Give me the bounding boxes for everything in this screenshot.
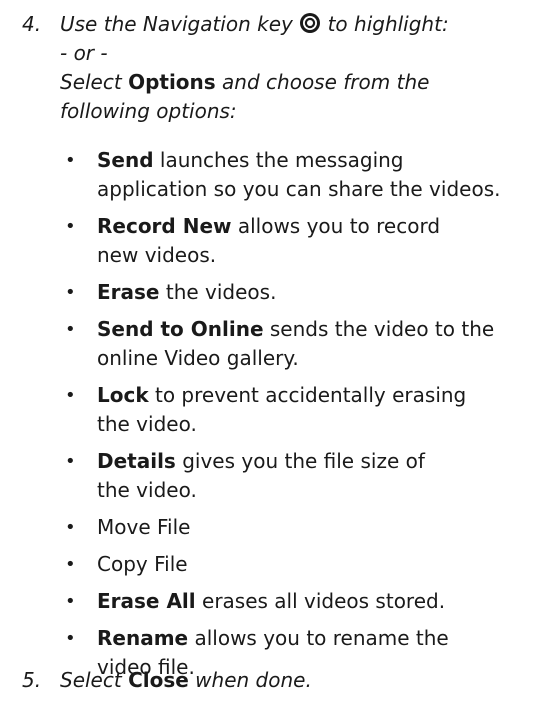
- step-4-line-1-after: to highlight:: [327, 12, 449, 36]
- option-item: • Lock to prevent accidentally erasing the…: [60, 381, 545, 439]
- step-4-number: 4.: [22, 12, 42, 36]
- option-item: • Erase All erases all videos stored.: [60, 587, 545, 616]
- option-description: launches the messaging: [153, 148, 404, 172]
- options-keyword: Options: [128, 70, 216, 94]
- option-item: • Move File: [60, 513, 545, 542]
- option-item: • Send launches the messaging application …: [60, 146, 545, 204]
- option-name: Erase: [97, 280, 160, 304]
- step-5-body: Select Close when done.: [60, 666, 545, 695]
- step-5-select-text: Select: [60, 668, 122, 692]
- option-description: the video.: [97, 478, 197, 502]
- close-keyword: Close: [128, 668, 189, 692]
- option-item: • Copy File: [60, 550, 545, 579]
- bullet-icon: •: [65, 554, 76, 575]
- option-name: Send: [97, 148, 154, 172]
- option-description: Move File: [97, 515, 191, 539]
- bullet-icon: •: [65, 517, 76, 538]
- step-4-select-text: Select: [60, 70, 122, 94]
- bullet-icon: •: [65, 319, 76, 340]
- option-description: Copy File: [97, 552, 188, 576]
- option-description: allows you to record: [231, 214, 441, 238]
- step-4-line-1: Use the Navigation key to highlight:: [60, 10, 545, 39]
- option-description: to prevent accidentally erasing: [148, 383, 467, 407]
- option-description: online Video gallery.: [97, 346, 299, 370]
- option-name: Details: [97, 449, 176, 473]
- option-description: gives you the file size of: [175, 449, 425, 473]
- option-name: Erase All: [97, 589, 196, 613]
- step-4-body: Use the Navigation key to highlight: - o…: [60, 10, 545, 126]
- bullet-icon: •: [65, 216, 76, 237]
- bullet-icon: •: [65, 150, 76, 171]
- option-item: • Details gives you the file size of the v…: [60, 447, 545, 505]
- step-4-choose-text: and choose from the: [222, 70, 430, 94]
- bullet-icon: •: [65, 451, 76, 472]
- step-4-line-1-before: Use the Navigation key: [60, 12, 293, 36]
- bullet-icon: •: [65, 385, 76, 406]
- option-name: Record New: [97, 214, 232, 238]
- step-4-or: - or -: [60, 41, 108, 65]
- option-item: • Send to Online sends the video to the on…: [60, 315, 545, 373]
- option-item: • Record New allows you to record new vide…: [60, 212, 545, 270]
- option-description: erases all videos stored.: [195, 589, 446, 613]
- option-description: the videos.: [159, 280, 277, 304]
- step-5-done-text: when done.: [195, 668, 312, 692]
- option-name: Send to Online: [97, 317, 264, 341]
- option-name: Rename: [97, 626, 189, 650]
- option-description: allows you to rename the: [188, 626, 449, 650]
- option-description: new videos.: [97, 243, 217, 267]
- option-description: sends the video to the: [263, 317, 495, 341]
- bullet-icon: •: [65, 591, 76, 612]
- options-list: • Send launches the messaging application …: [60, 146, 545, 690]
- step-5-number: 5.: [22, 668, 42, 692]
- step-4-line-4: following options:: [60, 99, 237, 123]
- bullet-icon: •: [65, 282, 76, 303]
- step-4-line-3: Select Options and choose from the: [60, 68, 545, 97]
- option-description: the video.: [97, 412, 197, 436]
- bullet-icon: •: [65, 628, 76, 649]
- document-page: 4. Use the Navigation key to highlight: …: [0, 0, 553, 714]
- option-description: application so you can share the videos.: [97, 177, 501, 201]
- navigation-key-icon: [300, 13, 321, 33]
- option-name: Lock: [97, 383, 149, 407]
- option-item: • Erase the videos.: [60, 278, 545, 307]
